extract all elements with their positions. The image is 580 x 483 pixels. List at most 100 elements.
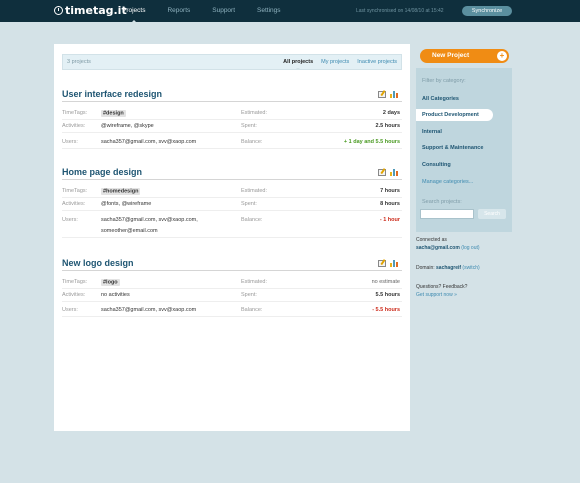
project-actions <box>378 260 398 267</box>
balance-value: + 1 day and 5.5 hours <box>343 139 400 145</box>
balance-value: - 1 hour <box>379 217 400 223</box>
project-row: TimeTags: #design Estimated: 2 days <box>62 107 402 120</box>
timetags-label: TimeTags: <box>62 279 88 285</box>
edit-icon[interactable] <box>378 169 386 176</box>
plus-icon: + <box>497 51 507 61</box>
new-project-button[interactable]: New Project + <box>420 49 509 63</box>
users-line-2: someother@email.com <box>101 228 158 234</box>
users-label: Users: <box>62 217 78 223</box>
nav-projects[interactable]: Projects <box>122 7 145 23</box>
timetags-label: TimeTags: <box>62 110 88 116</box>
app-logo[interactable]: timetag.it <box>54 4 127 17</box>
spent-label: Spent: <box>241 201 257 207</box>
activities-value: @wireframe, @skype <box>101 123 154 129</box>
timetag-badge[interactable]: #design <box>101 109 126 117</box>
project-title[interactable]: Home page design <box>62 167 142 177</box>
balance-label: Balance: <box>241 139 263 145</box>
tab-inactive-projects[interactable]: Inactive projects <box>357 59 397 65</box>
activities-value: @fonts, @wireframe <box>101 201 152 207</box>
search-label: Search projects: <box>422 199 462 205</box>
top-bar: timetag.it Projects Reports Support Sett… <box>0 0 580 23</box>
domain-label: Domain: <box>416 265 435 271</box>
activities-value: no activities <box>101 292 130 298</box>
category-all[interactable]: All Categories <box>422 96 459 102</box>
support-info: Questions? Feedback? Get support now » <box>416 283 467 299</box>
search-input[interactable] <box>420 209 474 219</box>
search-button[interactable]: Search <box>478 209 506 219</box>
projects-panel: 3 projects All projects My projects Inac… <box>54 44 410 431</box>
users-label: Users: <box>62 139 78 145</box>
tab-all-projects[interactable]: All projects <box>283 59 313 70</box>
balance-label: Balance: <box>241 217 263 223</box>
chart-icon[interactable] <box>390 91 398 98</box>
last-sync-text: Last synchronised on 14/08/10 at 15:42 <box>356 8 444 14</box>
connected-as-label: Connected as <box>416 237 447 243</box>
logout-link[interactable]: (log out) <box>461 245 479 251</box>
activities-label: Activities: <box>62 201 86 207</box>
project-title[interactable]: New logo design <box>62 258 134 268</box>
project-count: 3 projects <box>67 59 91 65</box>
manage-categories-link[interactable]: Manage categories... <box>422 179 473 185</box>
timetag-badge[interactable]: #logo <box>101 278 120 286</box>
synchronize-button[interactable]: Synchronize <box>462 6 512 16</box>
users-value: sacha357@gmail.com, svv@xaop.com <box>101 139 197 145</box>
questions-text: Questions? Feedback? <box>416 284 468 290</box>
project-row: Users: sacha357@gmail.com, svv@xaop.com … <box>62 136 402 149</box>
spent-value: 8 hours <box>380 201 400 207</box>
chart-icon[interactable] <box>390 169 398 176</box>
estimated-value: 7 hours <box>380 188 400 194</box>
divider <box>62 101 402 102</box>
timetags-label: TimeTags: <box>62 188 88 194</box>
category-product-development[interactable]: Product Development <box>416 109 493 121</box>
category-support-maintenance[interactable]: Support & Maintenance <box>422 145 483 151</box>
timetag-badge[interactable]: #homedesign <box>101 187 141 195</box>
project-search: Search projects: Search <box>416 194 512 227</box>
account-email: sacha@gmail.com <box>416 245 460 251</box>
balance-label: Balance: <box>241 307 263 313</box>
users-label: Users: <box>62 307 78 313</box>
estimated-value: no estimate <box>371 279 400 285</box>
edit-icon[interactable] <box>378 260 386 267</box>
edit-icon[interactable] <box>378 91 386 98</box>
project-row: TimeTags: #homedesign Estimated: 7 hours <box>62 185 402 198</box>
project-title[interactable]: User interface redesign <box>62 89 162 99</box>
domain-info: Domain: sachagreif (switch) <box>416 264 480 272</box>
logo-text: timetag.it <box>65 4 127 17</box>
project-row: Activities: no activities Spent: 5.5 hou… <box>62 289 402 302</box>
divider <box>62 270 402 271</box>
account-info: Connected as sacha@gmail.com (log out) <box>416 236 480 252</box>
filter-heading: Filter by category: <box>422 78 466 84</box>
nav-support[interactable]: Support <box>212 7 235 14</box>
spent-value: 2.5 hours <box>375 123 400 129</box>
spent-label: Spent: <box>241 292 257 298</box>
category-consulting[interactable]: Consulting <box>422 162 451 168</box>
nav-settings[interactable]: Settings <box>257 7 281 14</box>
project-row: Users: sacha357@gmail.com, svv@xaop.com … <box>62 304 402 317</box>
users-line-1: sacha357@gmail.com, svv@xaop.com, <box>101 217 198 223</box>
estimated-label: Estimated: <box>241 110 267 116</box>
tab-my-projects[interactable]: My projects <box>321 59 349 65</box>
project-tabs: All projects My projects Inactive projec… <box>283 59 397 70</box>
project-row: Users: sacha357@gmail.com, svv@xaop.com,… <box>62 214 402 238</box>
estimated-value: 2 days <box>382 110 400 116</box>
estimated-label: Estimated: <box>241 279 267 285</box>
category-internal[interactable]: Internal <box>422 129 442 135</box>
project-row: TimeTags: #logo Estimated: no estimate <box>62 276 402 289</box>
domain-name: sachagreif <box>436 265 462 271</box>
project-row: Activities: @fonts, @wireframe Spent: 8 … <box>62 198 402 211</box>
activities-label: Activities: <box>62 123 86 129</box>
project-filter-bar: 3 projects All projects My projects Inac… <box>62 54 402 70</box>
nav-reports[interactable]: Reports <box>167 7 190 14</box>
users-value: sacha357@gmail.com, svv@xaop.com <box>101 307 197 313</box>
project-actions <box>378 91 398 98</box>
estimated-label: Estimated: <box>241 188 267 194</box>
project-actions <box>378 169 398 176</box>
new-project-label: New Project <box>432 52 470 59</box>
chart-icon[interactable] <box>390 260 398 267</box>
users-value: sacha357@gmail.com, svv@xaop.com, someot… <box>101 215 198 237</box>
main-nav: Projects Reports Support Settings <box>122 7 303 23</box>
get-support-link[interactable]: Get support now » <box>416 292 457 298</box>
clock-icon <box>54 6 63 15</box>
switch-domain-link[interactable]: (switch) <box>462 265 479 271</box>
divider <box>62 179 402 180</box>
